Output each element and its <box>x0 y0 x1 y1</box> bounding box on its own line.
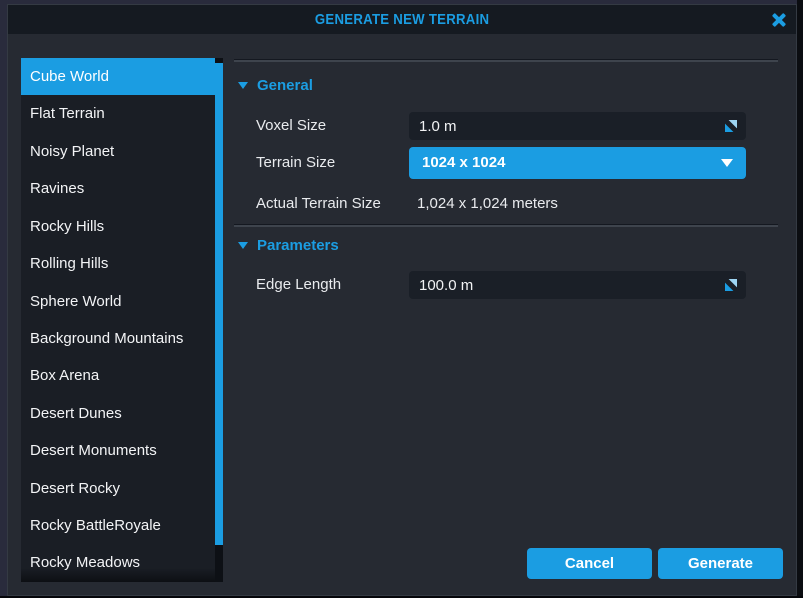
actual-terrain-size-label: Actual Terrain Size <box>256 193 381 215</box>
preset-item-rocky-meadows[interactable]: Rocky Meadows <box>21 544 215 581</box>
preset-item-rocky-battleroyale[interactable]: Rocky BattleRoyale <box>21 507 215 544</box>
terrain-preset-list: Cube World Flat Terrain Noisy Planet Rav… <box>21 58 223 582</box>
section-label: General <box>257 77 313 94</box>
generate-terrain-dialog: GENERATE NEW TERRAIN Cube World Flat Ter… <box>7 4 797 596</box>
preset-item-desert-monuments[interactable]: Desert Monuments <box>21 432 215 469</box>
scrollbar-thumb[interactable] <box>215 63 223 545</box>
terrain-size-label: Terrain Size <box>256 147 335 179</box>
preset-item-cube-world[interactable]: Cube World <box>21 58 215 95</box>
preset-item-rolling-hills[interactable]: Rolling Hills <box>21 245 215 282</box>
cancel-button[interactable]: Cancel <box>527 548 652 579</box>
edge-length-field[interactable] <box>409 271 746 299</box>
background-app-strip-right <box>797 0 803 598</box>
actual-terrain-size-value: 1,024 x 1,024 meters <box>417 193 558 215</box>
collapse-arrow-icon <box>238 82 248 89</box>
preset-item-box-arena[interactable]: Box Arena <box>21 357 215 394</box>
preset-item-flat-terrain[interactable]: Flat Terrain <box>21 95 215 132</box>
section-divider <box>234 224 778 227</box>
voxel-size-field[interactable] <box>409 112 746 140</box>
dialog-titlebar[interactable]: GENERATE NEW TERRAIN <box>8 5 796 34</box>
preset-item-background-mountains[interactable]: Background Mountains <box>21 320 215 357</box>
voxel-size-label: Voxel Size <box>256 112 326 140</box>
terrain-size-value: 1024 x 1024 <box>422 147 505 179</box>
chevron-down-icon <box>721 159 733 167</box>
drag-resize-icon[interactable] <box>725 120 737 132</box>
section-header-general[interactable]: General <box>238 76 313 94</box>
preset-item-desert-rocky[interactable]: Desert Rocky <box>21 470 215 507</box>
preset-item-noisy-planet[interactable]: Noisy Planet <box>21 133 215 170</box>
preset-item-desert-dunes[interactable]: Desert Dunes <box>21 395 215 432</box>
preset-item-ravines[interactable]: Ravines <box>21 170 215 207</box>
preset-item-sphere-world[interactable]: Sphere World <box>21 283 215 320</box>
voxel-size-input[interactable] <box>409 112 746 140</box>
collapse-arrow-icon <box>238 242 248 249</box>
section-header-parameters[interactable]: Parameters <box>238 236 339 254</box>
section-label: Parameters <box>257 237 339 254</box>
edge-length-input[interactable] <box>409 271 746 299</box>
section-divider <box>234 59 778 62</box>
terrain-size-dropdown[interactable]: 1024 x 1024 <box>409 147 746 179</box>
preset-item-rocky-hills[interactable]: Rocky Hills <box>21 208 215 245</box>
close-icon[interactable] <box>769 10 789 30</box>
drag-resize-icon[interactable] <box>725 279 737 291</box>
screen: GENERATE NEW TERRAIN Cube World Flat Ter… <box>0 0 803 598</box>
edge-length-label: Edge Length <box>256 271 341 299</box>
dialog-title: GENERATE NEW TERRAIN <box>315 11 489 28</box>
preset-list-scrollbar[interactable] <box>215 58 223 582</box>
generate-button[interactable]: Generate <box>658 548 783 579</box>
